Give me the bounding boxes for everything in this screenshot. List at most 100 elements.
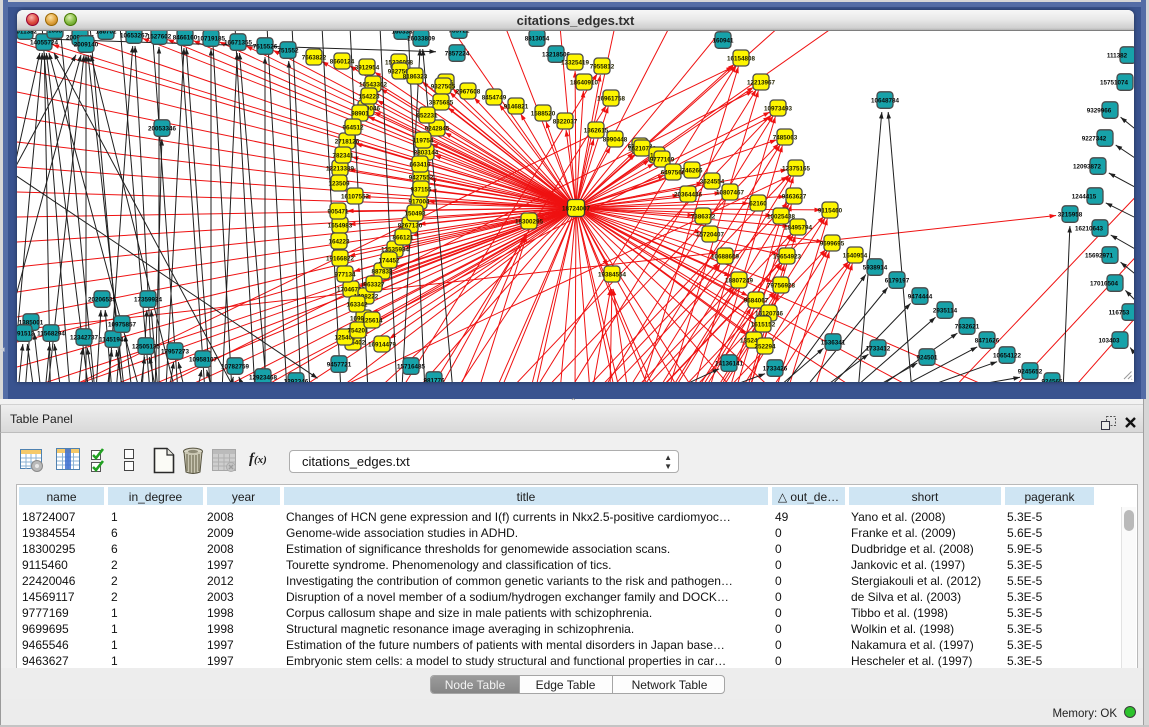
svg-text:9684067: 9684067 — [744, 297, 769, 304]
svg-text:10719185: 10719185 — [197, 35, 226, 42]
svg-text:16210643: 16210643 — [1075, 225, 1104, 232]
svg-text:1588520: 1588520 — [531, 110, 556, 117]
svg-text:1640954: 1640954 — [843, 252, 868, 259]
svg-text:18807249: 18807249 — [725, 277, 754, 284]
svg-text:663410: 663410 — [409, 161, 431, 168]
svg-text:10782759: 10782759 — [221, 363, 250, 370]
svg-text:12923468: 12923468 — [249, 374, 278, 381]
svg-text:17957273: 17957273 — [161, 348, 190, 355]
svg-text:164223: 164223 — [328, 238, 350, 245]
svg-text:10975857: 10975857 — [108, 321, 137, 328]
svg-text:150493: 150493 — [404, 210, 426, 217]
svg-text:13218506: 13218506 — [542, 51, 571, 58]
svg-text:391513: 391513 — [17, 330, 35, 337]
svg-text:3875685: 3875685 — [429, 99, 454, 106]
svg-text:1654983: 1654983 — [328, 222, 353, 229]
svg-text:17359924: 17359924 — [134, 296, 163, 303]
svg-text:3215958: 3215958 — [1058, 211, 1083, 218]
svg-text:1536341: 1536341 — [821, 339, 846, 346]
svg-text:12213967: 12213967 — [747, 79, 776, 86]
svg-text:163342: 163342 — [346, 301, 368, 308]
svg-text:79756928: 79756928 — [767, 282, 796, 289]
svg-text:782341: 782341 — [332, 152, 354, 159]
svg-text:924501: 924501 — [916, 354, 938, 361]
svg-text:9777169: 9777169 — [650, 156, 675, 163]
svg-text:125614: 125614 — [361, 317, 383, 324]
svg-text:917004: 917004 — [408, 198, 430, 205]
svg-text:5938914: 5938914 — [863, 264, 888, 271]
svg-text:123509: 123509 — [328, 180, 350, 187]
svg-text:2967608: 2967608 — [456, 88, 481, 95]
svg-text:16154808: 16154808 — [727, 55, 756, 62]
svg-text:10807467: 10807467 — [716, 189, 745, 196]
svg-text:1668: 1668 — [48, 31, 63, 34]
svg-text:154223: 154223 — [358, 93, 380, 100]
svg-text:10688609: 10688609 — [711, 253, 740, 260]
svg-text:119754: 119754 — [413, 137, 434, 144]
svg-text:3624554: 3624554 — [700, 178, 725, 185]
svg-text:18640910: 18640910 — [570, 79, 599, 86]
svg-text:9115460: 9115460 — [818, 207, 843, 214]
svg-text:15716485: 15716485 — [397, 363, 426, 370]
svg-text:1362615: 1362615 — [584, 127, 609, 134]
svg-text:12375165: 12375165 — [782, 165, 811, 172]
svg-text:8471626: 8471626 — [975, 337, 1000, 344]
svg-text:103403: 103403 — [1098, 337, 1120, 344]
svg-text:14055724: 14055724 — [30, 39, 59, 46]
svg-text:19384554: 19384554 — [598, 271, 627, 278]
svg-text:7857224: 7857224 — [445, 50, 470, 57]
svg-text:8813054: 8813054 — [525, 35, 550, 42]
svg-text:1733412: 1733412 — [866, 345, 891, 352]
svg-text:9327505: 9327505 — [431, 83, 456, 90]
svg-text:10973493: 10973493 — [764, 105, 793, 112]
svg-text:9329966: 9329966 — [1087, 107, 1112, 114]
svg-text:8660124: 8660124 — [330, 58, 355, 65]
svg-text:9242845: 9242845 — [425, 125, 450, 132]
svg-text:10958107: 10958107 — [189, 356, 218, 363]
svg-text:116753: 116753 — [1109, 309, 1130, 316]
svg-text:20053346: 20053346 — [148, 125, 177, 132]
svg-text:16543362: 16543362 — [359, 81, 388, 88]
svg-text:7386372: 7386372 — [691, 213, 716, 220]
svg-text:12505135: 12505135 — [132, 343, 161, 350]
svg-text:751552: 751552 — [277, 47, 299, 54]
svg-text:16671355: 16671355 — [224, 39, 253, 46]
svg-text:3912954: 3912954 — [355, 64, 380, 71]
svg-text:11568294: 11568294 — [37, 330, 65, 337]
svg-text:977134: 977134 — [334, 271, 356, 278]
svg-text:10653267: 10653267 — [120, 32, 149, 39]
svg-text:9245652: 9245652 — [1018, 368, 1043, 375]
svg-text:10648784: 10648784 — [871, 97, 900, 104]
svg-text:7663822: 7663822 — [302, 54, 327, 61]
svg-text:8267130: 8267130 — [398, 222, 423, 229]
svg-text:15720407: 15720407 — [696, 231, 725, 238]
svg-text:8990448: 8990448 — [603, 136, 628, 143]
svg-text:16914479: 16914479 — [368, 341, 397, 348]
svg-text:9699695: 9699695 — [820, 240, 845, 247]
svg-text:1244415: 1244415 — [1072, 193, 1097, 200]
svg-text:2803144: 2803144 — [414, 149, 439, 156]
svg-text:111382: 111382 — [1107, 52, 1128, 59]
svg-text:924565: 924565 — [1041, 378, 1063, 382]
svg-text:8466160: 8466160 — [173, 34, 198, 41]
svg-text:16107552: 16107552 — [341, 193, 370, 200]
svg-text:10654122: 10654122 — [993, 352, 1022, 359]
svg-text:8186323: 8186323 — [403, 73, 428, 80]
svg-text:852231: 852231 — [416, 112, 438, 119]
svg-text:9146821: 9146821 — [504, 103, 529, 110]
svg-text:7955812: 7955812 — [590, 63, 615, 70]
svg-text:7485063: 7485063 — [773, 134, 798, 141]
svg-text:1011382: 1011382 — [17, 31, 38, 35]
svg-text:186702: 186702 — [95, 31, 117, 35]
svg-text:746266: 746266 — [681, 167, 703, 174]
svg-text:887833: 887833 — [371, 268, 393, 275]
svg-text:160941: 160941 — [712, 37, 734, 44]
svg-text:2718126: 2718126 — [335, 138, 360, 145]
svg-text:15692971: 15692971 — [1085, 252, 1114, 259]
svg-text:964512: 964512 — [342, 124, 364, 131]
svg-text:1615152: 1615152 — [751, 321, 776, 328]
svg-text:1292346: 1292346 — [284, 378, 309, 382]
svg-text:12342737: 12342737 — [70, 334, 99, 341]
svg-text:2935114: 2935114 — [933, 307, 958, 314]
svg-text:8454749: 8454749 — [482, 94, 507, 101]
